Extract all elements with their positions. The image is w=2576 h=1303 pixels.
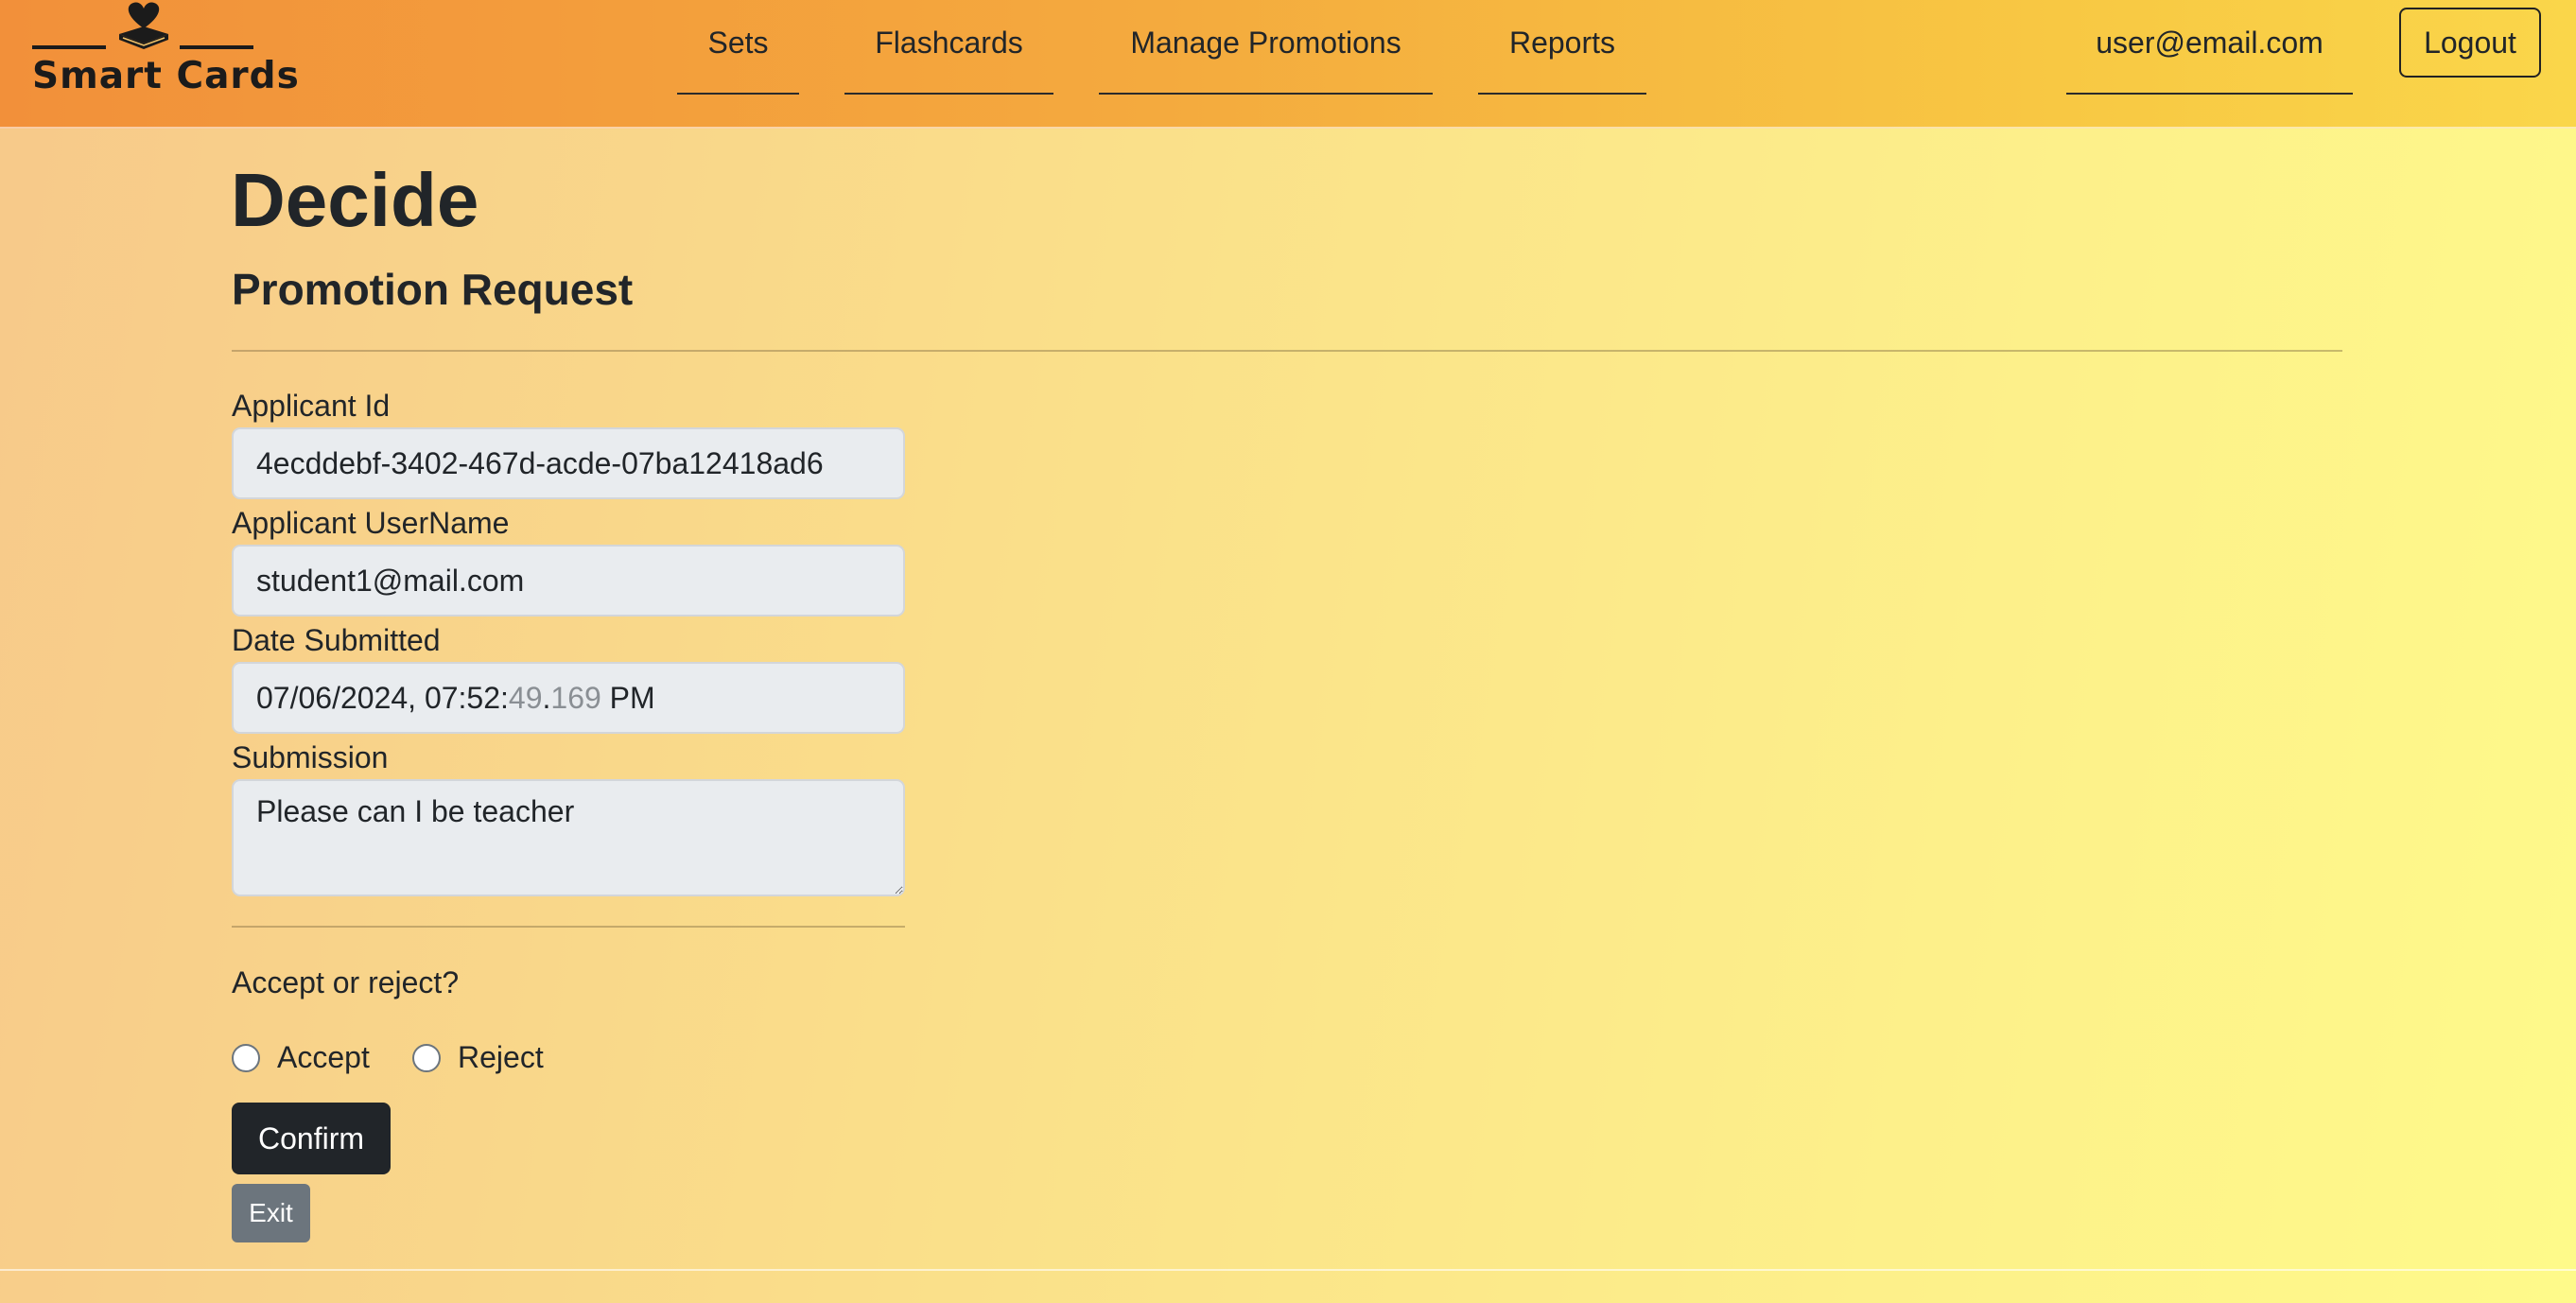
accept-option[interactable]: Accept — [232, 1040, 370, 1075]
applicant-username-label: Applicant UserName — [232, 506, 510, 540]
date-submitted-date: 07/06/2024, 07:52: — [256, 680, 509, 715]
form-divider — [232, 926, 905, 928]
section-divider — [232, 350, 2342, 352]
logo-line-left — [32, 45, 106, 49]
top-navbar: Smart Cards Sets Flashcards Manage Promo… — [0, 0, 2576, 129]
exit-button[interactable]: Exit — [232, 1184, 310, 1242]
submission-textarea[interactable]: Please can I be teacher — [232, 779, 905, 896]
date-submitted-millis: 169 — [550, 680, 601, 715]
page-subtitle: Promotion Request — [232, 265, 634, 314]
nav-link-manage-promotions[interactable]: Manage Promotions — [1099, 0, 1433, 95]
date-submitted-ampm: PM — [600, 680, 655, 715]
nav-link-reports[interactable]: Reports — [1478, 0, 1646, 95]
footer-divider — [0, 1269, 2576, 1271]
page-title: Decide — [231, 158, 479, 242]
nav-link-sets[interactable]: Sets — [677, 0, 799, 95]
logo-line-right — [180, 45, 253, 49]
reject-option[interactable]: Reject — [412, 1040, 544, 1075]
applicant-username-field[interactable]: student1@mail.com — [232, 545, 905, 617]
date-submitted-field[interactable]: 07/06/2024, 07:52: 49. 169 PM — [232, 662, 905, 734]
logout-button[interactable]: Logout — [2399, 8, 2541, 78]
date-submitted-seconds: 49 — [508, 680, 543, 715]
date-submitted-label: Date Submitted — [232, 623, 441, 657]
reject-label: Reject — [458, 1040, 544, 1074]
brand-name: Smart Cards — [32, 55, 300, 97]
user-email-link[interactable]: user@email.com — [2066, 0, 2353, 95]
applicant-id-field[interactable]: 4ecddebf-3402-467d-acde-07ba12418ad6 — [232, 427, 905, 499]
nav-link-flashcards[interactable]: Flashcards — [844, 0, 1053, 95]
brand-logo[interactable]: Smart Cards — [32, 0, 300, 104]
applicant-id-label: Applicant Id — [232, 389, 391, 423]
confirm-button[interactable]: Confirm — [232, 1103, 391, 1174]
accept-label: Accept — [277, 1040, 370, 1074]
accept-radio[interactable] — [232, 1043, 260, 1072]
reject-radio[interactable] — [412, 1043, 441, 1072]
submission-label: Submission — [232, 740, 389, 774]
date-submitted-sep: . — [542, 680, 551, 715]
decision-question: Accept or reject? — [232, 965, 460, 999]
book-heart-icon — [119, 2, 168, 49]
